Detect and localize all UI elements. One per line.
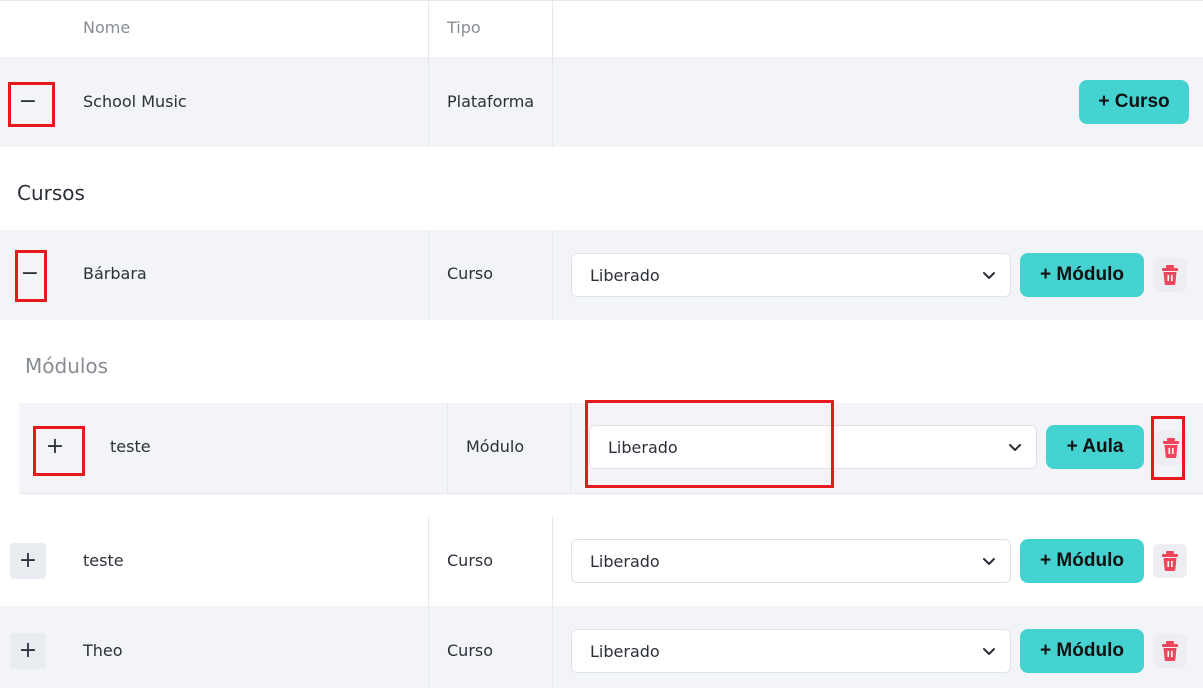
status-value: Liberado [608, 437, 678, 457]
row-divider [552, 230, 553, 320]
trash-icon [1163, 438, 1179, 458]
add-modulo-button[interactable]: + Módulo [1020, 629, 1144, 673]
platform-type: Plataforma [447, 92, 535, 111]
expand-curso-button[interactable]: + [10, 633, 46, 669]
delete-button[interactable] [1154, 431, 1188, 465]
row-divider [447, 403, 448, 493]
chevron-down-icon [983, 558, 995, 565]
row-bottom-border [19, 493, 1203, 494]
status-select[interactable]: Liberado [571, 539, 1011, 583]
status-value: Liberado [590, 641, 660, 661]
chevron-down-icon [983, 272, 995, 279]
curso-type: Curso [447, 264, 494, 283]
add-modulo-button[interactable]: + Módulo [1020, 539, 1144, 583]
delete-button[interactable] [1153, 634, 1187, 668]
expand-curso-button[interactable]: + [10, 543, 46, 579]
minus-icon: − [20, 261, 40, 286]
trash-icon [1162, 265, 1178, 285]
column-header-type: Tipo [447, 18, 481, 37]
trash-icon [1162, 641, 1178, 661]
column-header-name: Nome [83, 18, 131, 37]
section-title-cursos: Cursos [17, 181, 85, 205]
platform-name: School Music [83, 92, 187, 111]
section-title-modulos: Módulos [25, 354, 109, 378]
curso-type: Curso [447, 551, 494, 570]
header-divider-1 [428, 0, 429, 57]
plus-icon: + [45, 434, 65, 459]
expand-modulo-button[interactable]: + [37, 429, 73, 465]
plus-icon: + [18, 638, 38, 663]
minus-icon: − [18, 89, 38, 114]
chevron-down-icon [983, 648, 995, 655]
delete-button[interactable] [1153, 544, 1187, 578]
row-divider [570, 403, 571, 493]
curso-name: Theo [83, 641, 123, 660]
status-value: Liberado [590, 265, 660, 285]
top-border [0, 0, 1203, 1]
row-divider [552, 606, 553, 688]
row-divider [428, 516, 429, 606]
add-curso-button[interactable]: + Curso [1079, 80, 1189, 124]
curso-name: teste [83, 551, 124, 570]
status-select[interactable]: Liberado [589, 425, 1037, 469]
row-divider [428, 230, 429, 320]
row-divider [552, 516, 553, 606]
collapse-curso-button[interactable]: − [12, 256, 48, 292]
status-select[interactable]: Liberado [571, 629, 1011, 673]
header-divider-2 [552, 0, 553, 57]
add-modulo-button[interactable]: + Módulo [1020, 253, 1144, 297]
status-value: Liberado [590, 551, 660, 571]
status-select[interactable]: Liberado [571, 253, 1011, 297]
modulo-name: teste [110, 437, 151, 456]
chevron-down-icon [1009, 444, 1021, 451]
modulo-type: Módulo [466, 437, 525, 456]
collapse-platform-button[interactable]: − [10, 84, 46, 120]
curso-name: Bárbara [83, 264, 147, 283]
row-divider [552, 57, 553, 147]
curso-type: Curso [447, 641, 494, 660]
plus-icon: + [18, 548, 38, 573]
row-divider [428, 57, 429, 147]
delete-button[interactable] [1153, 258, 1187, 292]
trash-icon [1162, 551, 1178, 571]
row-divider [428, 606, 429, 688]
add-aula-button[interactable]: + Aula [1046, 425, 1144, 469]
